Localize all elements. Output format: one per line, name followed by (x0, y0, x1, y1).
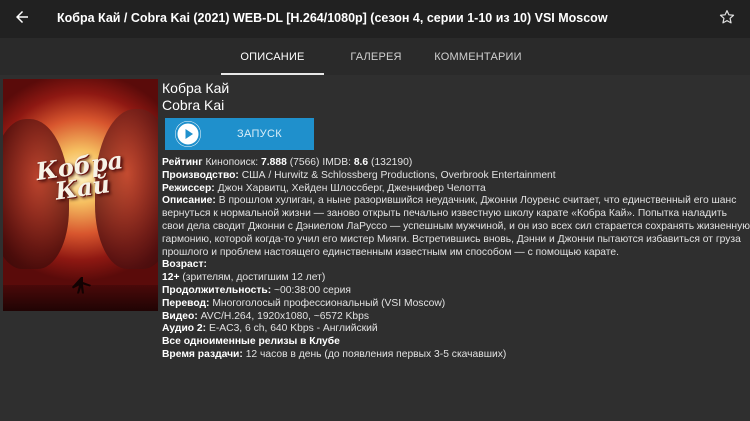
video-row: Видео: AVC/H.264, 1920x1080, ~6572 Kbps (162, 310, 370, 322)
details-block: Рейтинг Кинопоиск: 7.888 (7566) IMDB: 8.… (162, 157, 750, 362)
duration-row: Продолжительность: ~00:38:00 серия (162, 284, 351, 296)
age-value-row: 12+ (зрителям, достигшим 12 лет) (162, 272, 326, 284)
tab-bar: ОПИСАНИЕ ГАЛЕРЕЯ КОММЕНТАРИИ (0, 38, 750, 75)
title-russian: Кобра Кай (162, 80, 230, 96)
poster-image: Кобра Кай (3, 79, 158, 311)
arrow-left-icon (13, 8, 31, 31)
rating-row: Рейтинг Кинопоиск: 7.888 (7566) IMDB: 8.… (162, 157, 413, 168)
same-releases-link[interactable]: Все одноименные релизы в Клубе (162, 336, 750, 349)
fighter-silhouette-icon (72, 277, 91, 294)
tab-gallery[interactable]: ГАЛЕРЕЯ (336, 38, 416, 75)
title-original: Cobra Kai (162, 97, 225, 113)
tab-comments[interactable]: КОММЕНТАРИИ (428, 38, 528, 75)
seeding-time-row: Время раздачи: 12 часов в день (до появл… (162, 348, 507, 360)
back-button[interactable] (8, 5, 36, 33)
launch-label: ЗАПУСК (237, 128, 282, 140)
release-info: Кобра Кай Cobra Kai ЗАПУСК Рейтинг Киноп… (162, 80, 750, 360)
production-row: Производство: США / Hurwitz & Schlossber… (162, 169, 556, 181)
age-label-row: Возраст: (162, 259, 207, 271)
favorite-button[interactable] (714, 6, 740, 32)
audio-row: Аудио 2: E-AC3, 6 ch, 640 Kbps - Английс… (162, 323, 378, 335)
page-title: Кобра Кай / Cobra Kai (2021) WEB-DL [H.2… (57, 11, 608, 25)
translation-row: Перевод: Многоголосый профессиональный (… (162, 297, 446, 309)
tab-description[interactable]: ОПИСАНИЕ (221, 38, 324, 75)
play-icon (175, 121, 201, 147)
description-row: Описание: В прошлом хулиган, а ныне разо… (162, 195, 750, 258)
launch-button[interactable]: ЗАПУСК (165, 118, 314, 150)
director-row: Режиссер: Джон Харвитц, Хейден Шлоссберг… (162, 182, 486, 194)
star-outline-icon (718, 8, 736, 31)
top-app-bar: Кобра Кай / Cobra Kai (2021) WEB-DL [H.2… (0, 0, 750, 38)
